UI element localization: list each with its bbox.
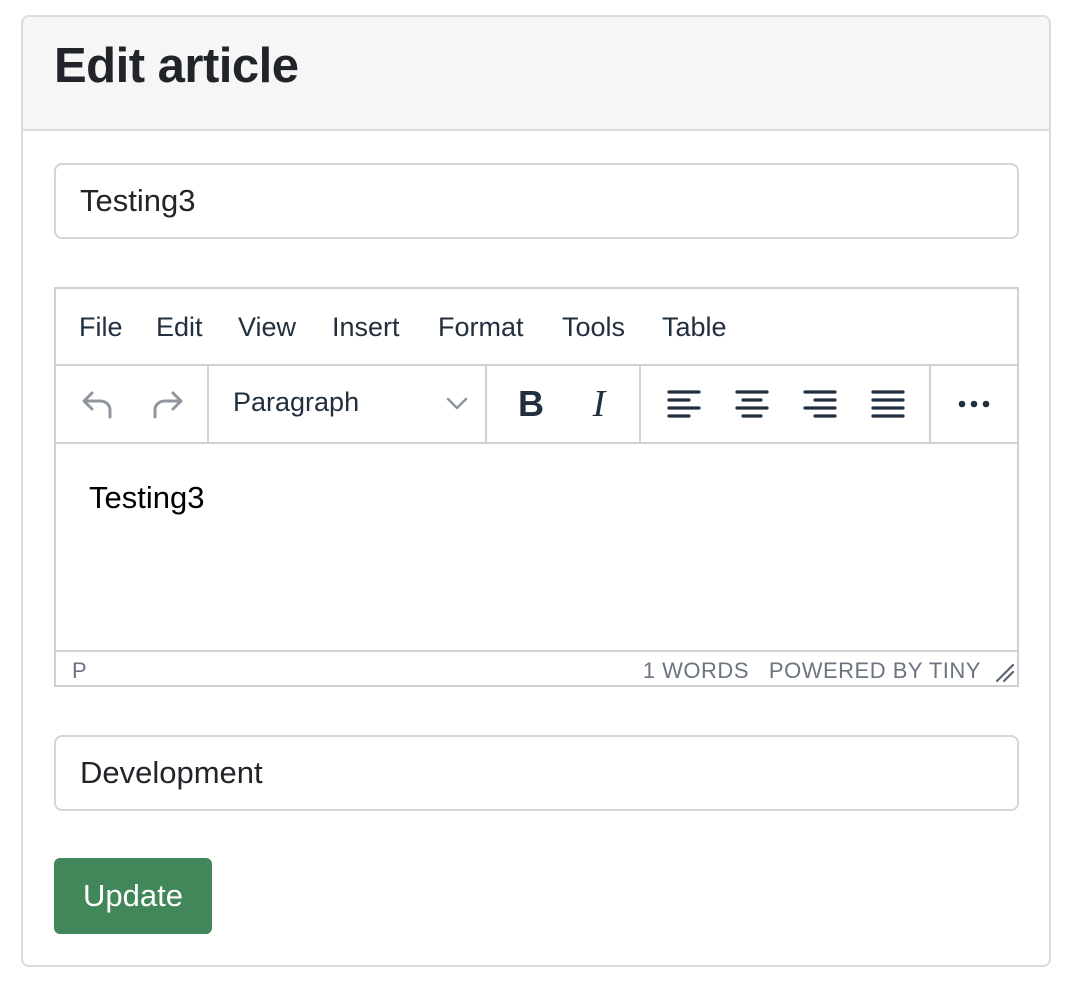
- toolbar-group-align: [641, 366, 931, 442]
- chevron-down-icon: [446, 397, 468, 410]
- editor-toolbar: Paragraph B I: [56, 366, 1017, 444]
- bold-button[interactable]: B: [507, 380, 555, 428]
- edit-article-card: Edit article File Edit View Insert Forma…: [21, 15, 1051, 967]
- undo-button[interactable]: [73, 380, 121, 428]
- italic-button[interactable]: I: [575, 380, 623, 428]
- redo-icon: [153, 391, 183, 419]
- align-right-icon: [803, 390, 837, 418]
- svg-text:B: B: [518, 386, 544, 422]
- svg-text:I: I: [592, 386, 608, 422]
- toolbar-group-history: [56, 366, 209, 442]
- align-center-button[interactable]: [728, 380, 776, 428]
- align-justify-icon: [871, 390, 905, 418]
- align-right-button[interactable]: [796, 380, 844, 428]
- title-input[interactable]: [54, 163, 1019, 239]
- menu-insert[interactable]: Insert: [332, 310, 400, 344]
- element-path[interactable]: P: [72, 658, 87, 684]
- menu-table[interactable]: Table: [662, 310, 727, 344]
- align-center-icon: [735, 390, 769, 418]
- more-icon: [958, 400, 990, 408]
- redo-button[interactable]: [144, 380, 192, 428]
- resize-handle-icon[interactable]: [993, 661, 1015, 683]
- align-left-icon: [667, 390, 701, 418]
- editor-menubar: File Edit View Insert Format Tools Table: [56, 289, 1017, 366]
- editor-statusbar: P 1 WORDS POWERED BY TINY: [56, 650, 1017, 685]
- bold-icon: B: [518, 386, 544, 422]
- word-count[interactable]: 1 WORDS: [643, 658, 749, 684]
- menu-edit[interactable]: Edit: [156, 310, 203, 344]
- menu-tools[interactable]: Tools: [562, 310, 625, 344]
- update-button[interactable]: Update: [54, 858, 212, 934]
- align-left-button[interactable]: [660, 380, 708, 428]
- block-format-label: Paragraph: [233, 387, 360, 417]
- toolbar-group-style: B I: [487, 366, 641, 442]
- editor-content-area[interactable]: Testing3: [56, 444, 1017, 650]
- menu-file[interactable]: File: [79, 310, 123, 344]
- undo-icon: [82, 391, 112, 419]
- italic-icon: I: [592, 386, 608, 422]
- align-justify-button[interactable]: [864, 380, 912, 428]
- block-format-select[interactable]: Paragraph: [233, 384, 469, 424]
- card-header: Edit article: [23, 17, 1049, 131]
- menu-format[interactable]: Format: [438, 310, 524, 344]
- more-button[interactable]: [950, 380, 998, 428]
- menu-view[interactable]: View: [238, 310, 296, 344]
- powered-by-link[interactable]: POWERED BY TINY: [769, 658, 981, 684]
- toolbar-group-blocks: Paragraph: [209, 366, 487, 442]
- page-title: Edit article: [54, 39, 299, 93]
- category-input[interactable]: [54, 735, 1019, 811]
- rich-text-editor: File Edit View Insert Format Tools Table: [54, 287, 1019, 687]
- editor-content-paragraph[interactable]: Testing3: [89, 480, 204, 516]
